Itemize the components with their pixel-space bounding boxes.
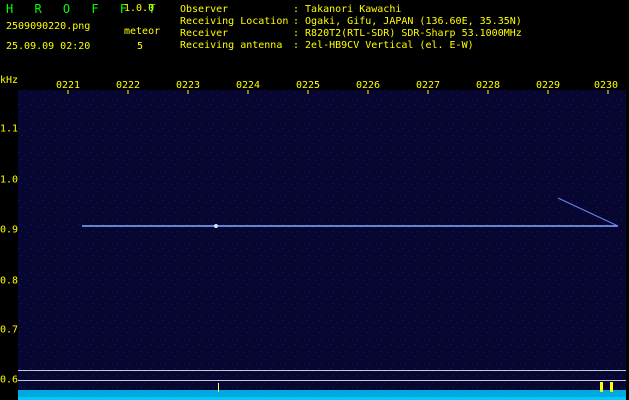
reference-line bbox=[18, 370, 626, 371]
info-value: : Ogaki, Gifu, JAPAN (136.60E, 35.35N) bbox=[293, 16, 522, 27]
date-time: 25.09.09 02:20 bbox=[6, 41, 91, 52]
reference-line bbox=[18, 380, 626, 381]
info-row-receiver: Receiver : R820T2(RTL-SDR) SDR-Sharp 53.1… bbox=[180, 28, 522, 40]
info-row-observer: Observer : Takanori Kawachi bbox=[180, 4, 522, 16]
meteor-label: meteor bbox=[124, 26, 161, 37]
meteor-burst bbox=[218, 383, 219, 392]
info-key: Receiving antenna bbox=[180, 40, 283, 51]
info-key: Observer bbox=[180, 4, 229, 15]
header: H R O F F T 1.0.0 2509090220.png meteor … bbox=[0, 0, 629, 78]
y-tick-1-0: 1.0 bbox=[0, 174, 19, 186]
meteor-echo bbox=[214, 224, 218, 228]
y-tick-0-8: 0.8 bbox=[0, 275, 19, 287]
y-tick-0-7: 0.7 bbox=[0, 324, 19, 336]
info-row-location: Receiving Location : Ogaki, Gifu, JAPAN (… bbox=[180, 16, 522, 28]
info-value: : R820T2(RTL-SDR) SDR-Sharp 53.1000MHz bbox=[293, 28, 522, 39]
file-name: 2509090220.png bbox=[6, 21, 91, 32]
meteor-burst bbox=[610, 382, 613, 392]
background-noise bbox=[18, 90, 626, 398]
app-version: 1.0.0 bbox=[124, 3, 155, 14]
meteor-count: 5 bbox=[137, 41, 144, 52]
meteor-burst bbox=[600, 382, 603, 392]
spectrogram-canvas bbox=[18, 90, 626, 398]
y-tick-0-9: 0.9 bbox=[0, 224, 19, 236]
info-row-antenna: Receiving antenna : 2el-HB9CV Vertical (e… bbox=[180, 40, 522, 52]
info-value: : Takanori Kawachi bbox=[293, 4, 402, 15]
spectrogram-plot bbox=[18, 90, 626, 398]
info-key: Receiver bbox=[180, 28, 229, 39]
info-value: : 2el-HB9CV Vertical (el. E-W) bbox=[293, 40, 474, 51]
y-tick-1-1: 1.1 bbox=[0, 123, 19, 135]
info-key: Receiving Location bbox=[180, 16, 289, 27]
station-info: Observer : Takanori Kawachi Receiving Loc… bbox=[180, 4, 522, 52]
y-tick-0-6: 0.6 bbox=[0, 374, 19, 386]
y-axis-unit: kHz bbox=[0, 75, 19, 86]
